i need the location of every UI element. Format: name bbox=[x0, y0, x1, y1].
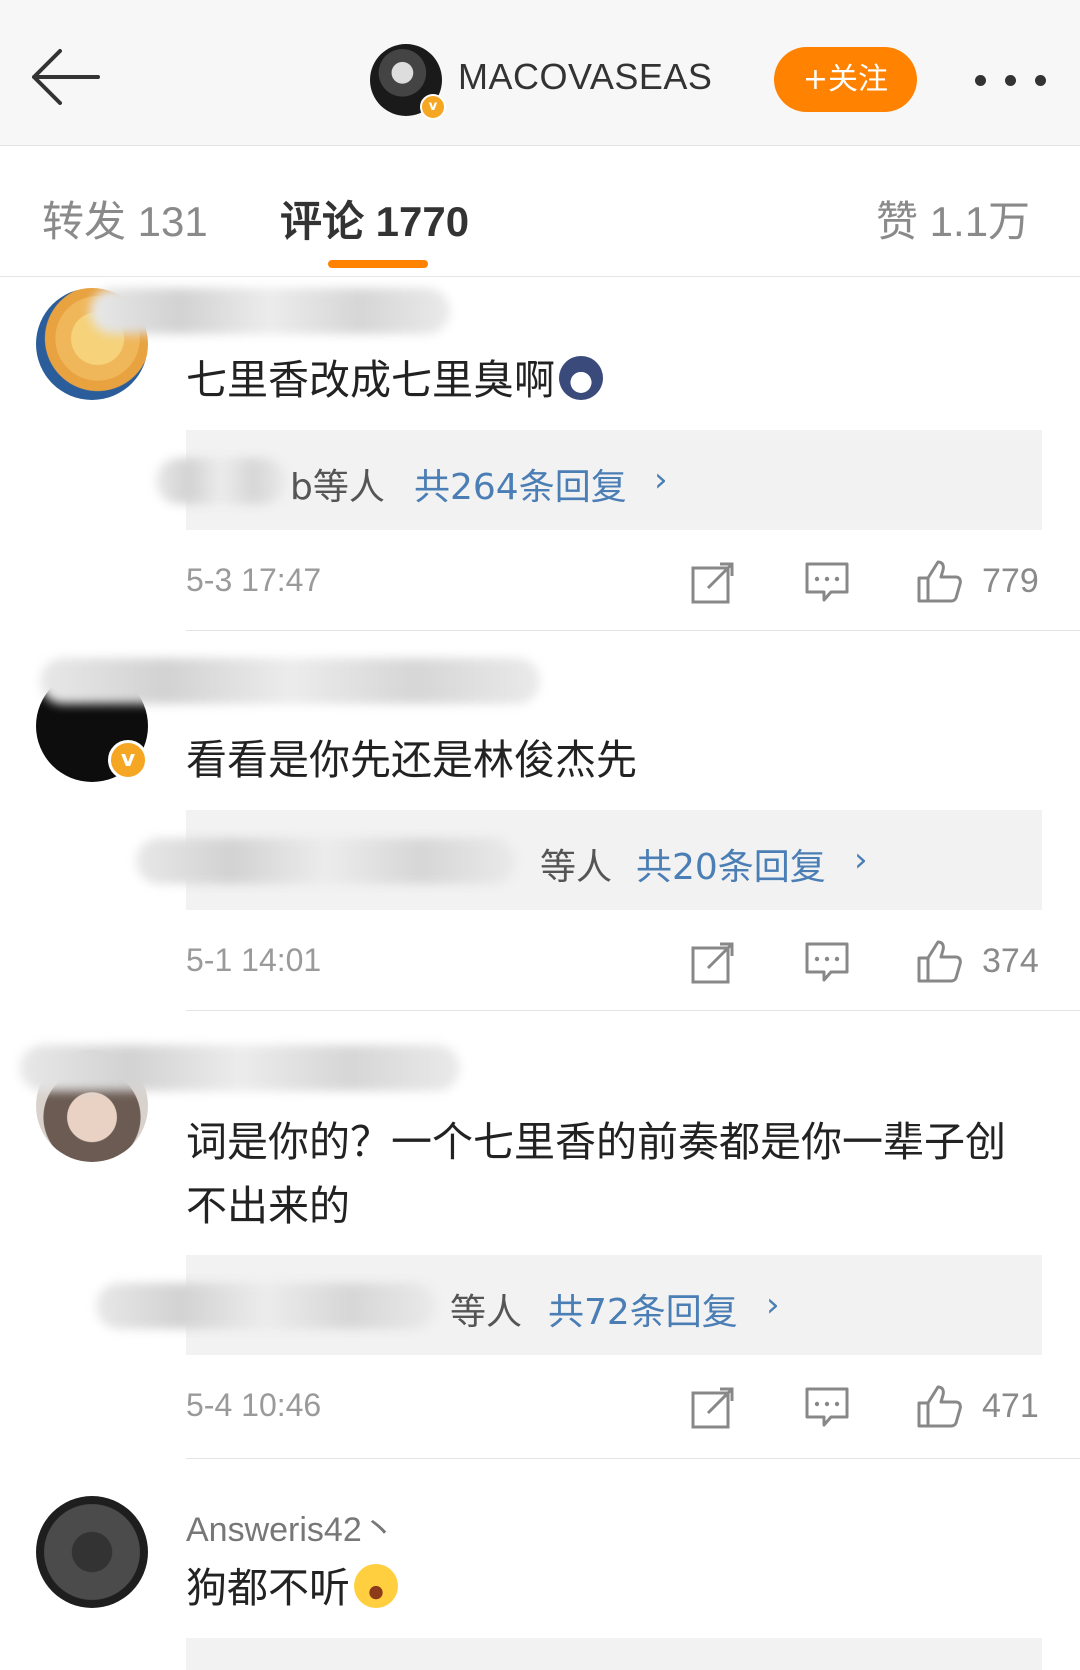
like-icon[interactable] bbox=[916, 1383, 962, 1429]
like-count: 471 bbox=[982, 1387, 1039, 1425]
avatar[interactable] bbox=[36, 1496, 148, 1608]
blurred-replier bbox=[96, 1283, 436, 1329]
reply-count-link[interactable]: 共264条回复 bbox=[414, 458, 627, 510]
author-name[interactable]: MACOVASEAS bbox=[458, 56, 712, 98]
comment-text: 七里香改成七里臭啊 bbox=[186, 348, 1046, 412]
repost-icon[interactable] bbox=[690, 940, 736, 986]
more-icon[interactable] bbox=[975, 64, 1055, 94]
reply-count-link[interactable]: 共72条回复 bbox=[548, 1283, 738, 1335]
comment-icon[interactable] bbox=[804, 1385, 850, 1431]
comment-text: 看看是你先还是林俊杰先 bbox=[186, 736, 637, 784]
reply-who: b等人 bbox=[290, 467, 385, 508]
chevron-right-icon: › bbox=[854, 840, 868, 880]
divider bbox=[186, 630, 1080, 631]
sweat-smile-emoji-icon bbox=[354, 1564, 398, 1608]
repost-icon[interactable] bbox=[690, 560, 736, 606]
reply-preview[interactable]: b等人 共264条回复 › bbox=[156, 430, 1042, 530]
tab-reposts[interactable]: 转发 131 bbox=[42, 188, 208, 249]
chevron-right-icon: › bbox=[766, 1285, 780, 1325]
chevron-right-icon: › bbox=[654, 460, 668, 500]
comment-time: 5-1 14:01 bbox=[186, 942, 322, 978]
verified-icon: v bbox=[420, 94, 446, 120]
tab-likes[interactable]: 赞 1.1万 bbox=[876, 188, 1030, 249]
like-count: 779 bbox=[982, 562, 1039, 600]
active-tab-indicator bbox=[328, 260, 428, 268]
comment-text: 词是你的？一个七里香的前奏都是你一辈子创不出来的 bbox=[186, 1118, 1006, 1230]
blurred-username bbox=[90, 288, 450, 334]
comment-icon[interactable] bbox=[804, 560, 850, 606]
reply-who: 等人 bbox=[540, 847, 613, 888]
blurred-replier bbox=[156, 458, 286, 504]
blurred-username bbox=[40, 658, 540, 704]
reply-preview[interactable]: 等人 共20条回复 › bbox=[136, 810, 1042, 910]
back-button[interactable] bbox=[26, 42, 106, 112]
comment-text: 狗都不听 bbox=[186, 1556, 1046, 1620]
back-arrow-icon bbox=[32, 49, 100, 105]
divider bbox=[186, 1458, 1080, 1459]
reply-who: 等人 bbox=[450, 1292, 523, 1333]
reply-count-link[interactable]: 共20条回复 bbox=[636, 838, 826, 890]
verified-icon: v bbox=[108, 740, 148, 780]
repost-icon[interactable] bbox=[690, 1385, 736, 1431]
tab-comments[interactable]: 评论 1770 bbox=[280, 188, 469, 249]
blurred-username bbox=[20, 1045, 460, 1091]
reply-preview[interactable]: 等人 共72条回复 › bbox=[96, 1255, 1042, 1355]
like-icon[interactable] bbox=[916, 558, 962, 604]
dog-emoji-icon bbox=[559, 356, 603, 400]
username[interactable]: Answeris42丶 bbox=[186, 1502, 396, 1551]
comment-time: 5-3 17:47 bbox=[186, 562, 322, 598]
follow-button[interactable]: +关注 bbox=[774, 47, 917, 112]
blurred-replier bbox=[136, 838, 516, 884]
comment-time: 5-4 10:46 bbox=[186, 1387, 322, 1423]
like-count: 374 bbox=[982, 942, 1039, 980]
divider bbox=[186, 1010, 1080, 1011]
tab-bar: 转发 131 评论 1770 赞 1.1万 bbox=[0, 146, 1080, 277]
like-icon[interactable] bbox=[916, 938, 962, 984]
comment-icon[interactable] bbox=[804, 940, 850, 986]
reply-preview[interactable] bbox=[186, 1638, 1042, 1670]
top-bar: v MACOVASEAS +关注 bbox=[0, 0, 1080, 146]
